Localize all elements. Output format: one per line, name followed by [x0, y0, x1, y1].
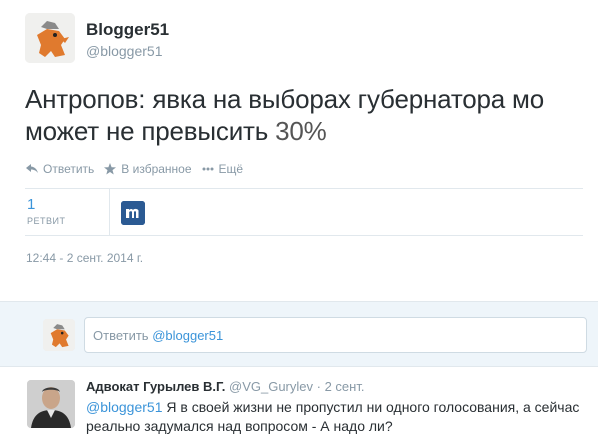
- reply-header: Адвокат Гурылев В.Г. @VG_Gurylev · 2 сен…: [86, 379, 364, 394]
- more-label: Ещё: [218, 162, 244, 176]
- favorite-action[interactable]: В избранное: [104, 162, 192, 176]
- retweeter-avatar[interactable]: [121, 201, 145, 225]
- reply-author-handle[interactable]: @VG_Gurylev: [229, 379, 313, 394]
- tweet-actions: Ответить В избранное Ещё: [26, 160, 253, 178]
- current-user-avatar: [43, 319, 75, 351]
- tweet-text: Антропов: явка на выборах губернатора мо…: [25, 83, 585, 147]
- stats-divider: [109, 189, 110, 236]
- star-icon: [104, 163, 117, 175]
- reply-action[interactable]: Ответить: [26, 162, 94, 176]
- reply-separator: ·: [313, 379, 325, 394]
- reply-author-avatar[interactable]: [27, 380, 75, 428]
- tweet-timestamp[interactable]: 12:44 - 2 сент. 2014 г.: [26, 251, 143, 265]
- reply-icon: [26, 164, 38, 173]
- retweets-label: РЕТВИТ: [27, 216, 66, 226]
- reply-input-prefix: Ответить: [93, 328, 153, 343]
- more-icon: [202, 167, 214, 171]
- author-handle[interactable]: @blogger51: [86, 43, 163, 59]
- more-action[interactable]: Ещё: [202, 162, 244, 176]
- tweet-stats: 1 РЕТВИТ: [25, 188, 583, 236]
- tweet-detail: Blogger51 @blogger51 Антропов: явка на в…: [0, 0, 598, 300]
- tweet-text-number: 30%: [275, 116, 327, 146]
- reply-author-name[interactable]: Адвокат Гурылев В.Г.: [86, 379, 225, 394]
- reply-input[interactable]: Ответить @blogger51: [84, 317, 587, 353]
- reply-input-mention: @blogger51: [152, 328, 224, 343]
- reply-label: Ответить: [43, 162, 95, 176]
- reply-time[interactable]: 2 сент.: [325, 379, 365, 394]
- retweets-count: 1: [27, 196, 36, 213]
- retweets-stat[interactable]: 1 РЕТВИТ: [27, 196, 65, 226]
- favorite-label: В избранное: [121, 162, 192, 176]
- reply-mention[interactable]: @blogger51: [86, 399, 163, 415]
- author-avatar[interactable]: [25, 13, 75, 63]
- reply-tweet: Адвокат Гурылев В.Г. @VG_Gurylev · 2 сен…: [0, 368, 598, 437]
- reply-text: @blogger51 Я в своей жизни не пропустил …: [86, 398, 586, 436]
- author-name[interactable]: Blogger51: [86, 20, 169, 40]
- reply-compose: Ответить @blogger51: [0, 301, 598, 367]
